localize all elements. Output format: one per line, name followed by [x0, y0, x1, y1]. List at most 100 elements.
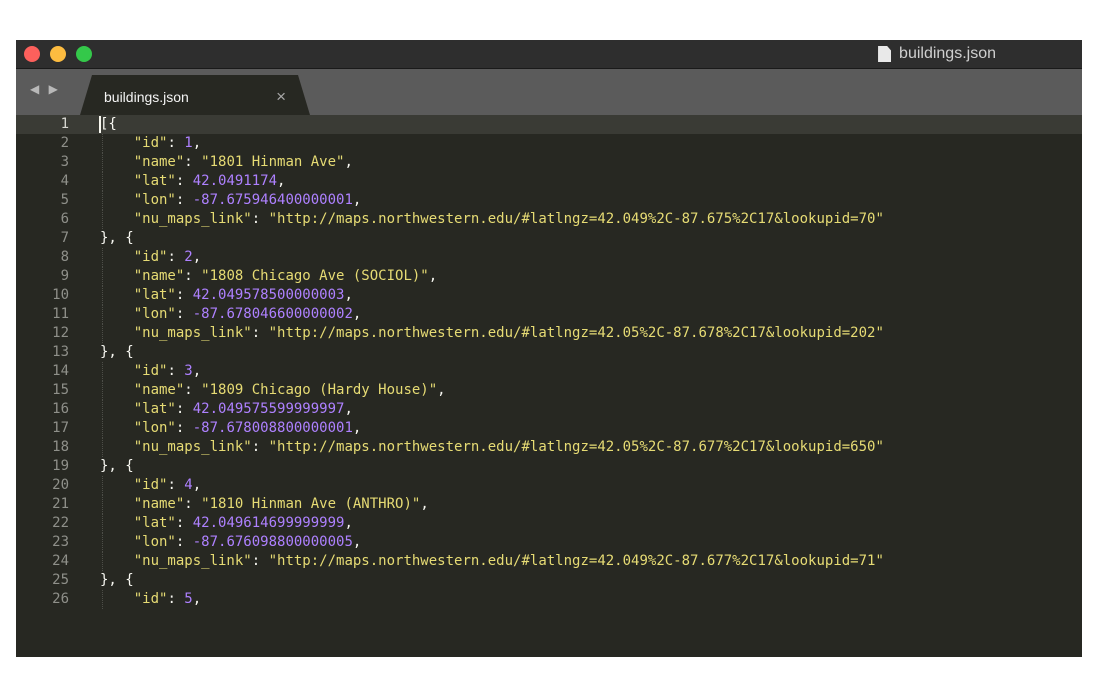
close-window-button[interactable] — [24, 46, 40, 62]
line-number: 19 — [52, 458, 69, 474]
line-number: 9 — [60, 268, 69, 284]
code-token: 5 — [184, 591, 193, 607]
code-line[interactable]: 4 "lat": 42.0491174, — [16, 172, 1082, 191]
code-token: : — [175, 306, 193, 322]
indentation — [100, 515, 134, 531]
code-token: "1809 Chicago (Hardy House)" — [201, 382, 438, 398]
indentation — [100, 154, 134, 170]
code-token: "lat" — [133, 515, 176, 531]
code-token: , — [344, 515, 353, 531]
code-text: "name": "1810 Hinman Ave (ANTHRO)", — [100, 495, 429, 514]
tab-close-icon[interactable]: × — [276, 87, 286, 107]
code-editor[interactable]: 1[{2 "id": 1, 3 "name": "1801 Hinman Ave"… — [16, 115, 1082, 657]
code-line[interactable]: 11 "lon": -87.678046600000002, — [16, 305, 1082, 324]
indentation — [100, 591, 134, 607]
line-number: 7 — [60, 230, 69, 246]
code-token: : — [184, 496, 202, 512]
code-token: -87.678008800000001 — [192, 420, 353, 436]
code-line[interactable]: 10 "lat": 42.049578500000003, — [16, 286, 1082, 305]
code-line[interactable]: 17 "lon": -87.678008800000001, — [16, 419, 1082, 438]
code-line[interactable]: 20 "id": 4, — [16, 476, 1082, 495]
code-text: "lat": 42.049614699999999, — [100, 514, 353, 533]
code-token: : — [175, 420, 193, 436]
maximize-window-button[interactable] — [76, 46, 92, 62]
code-text: "nu_maps_link": "http://maps.northwester… — [100, 438, 884, 457]
code-text: "id": 2, — [100, 248, 201, 267]
indentation — [100, 173, 134, 189]
code-line[interactable]: 3 "name": "1801 Hinman Ave", — [16, 153, 1082, 172]
code-token: "lat" — [133, 401, 176, 417]
window-title-group: buildings.json — [878, 40, 996, 68]
code-line[interactable]: 25}, { — [16, 571, 1082, 590]
indentation — [100, 135, 134, 151]
code-text: "lon": -87.676098800000005, — [100, 533, 362, 552]
line-number: 3 — [60, 154, 69, 170]
line-number: 17 — [52, 420, 69, 436]
line-number: 10 — [52, 287, 69, 303]
code-line[interactable]: 22 "lat": 42.049614699999999, — [16, 514, 1082, 533]
code-line[interactable]: 23 "lon": -87.676098800000005, — [16, 533, 1082, 552]
code-token: , — [437, 382, 446, 398]
code-token: "nu_maps_link" — [133, 211, 252, 227]
code-line[interactable]: 19 }, { — [16, 457, 1082, 476]
code-token: "name" — [133, 154, 185, 170]
code-line[interactable]: 16 "lat": 42.049575599999997, — [16, 400, 1082, 419]
line-number: 23 — [52, 534, 69, 550]
code-line[interactable]: 13}, { — [16, 343, 1082, 362]
tab-buildings-json[interactable]: buildings.json × — [80, 75, 310, 115]
line-number: 21 — [52, 496, 69, 512]
code-token: "id" — [133, 135, 168, 151]
code-line[interactable]: 24 "nu_maps_link": "http://maps.northwes… — [16, 552, 1082, 571]
code-text: [{ — [100, 115, 117, 134]
indentation — [100, 401, 134, 417]
code-line[interactable]: 15 "name": "1809 Chicago (Hardy House)", — [16, 381, 1082, 400]
code-token: "lon" — [133, 534, 176, 550]
document-icon — [878, 46, 892, 62]
indentation — [100, 306, 134, 322]
line-number: 16 — [52, 401, 69, 417]
code-line[interactable]: 18 "nu_maps_link": "http://maps.northwes… — [16, 438, 1082, 457]
indentation — [100, 211, 134, 227]
minimize-window-button[interactable] — [50, 46, 66, 62]
code-token: , — [192, 363, 202, 379]
code-token: "id" — [133, 249, 168, 265]
code-line[interactable]: 1 [{ — [16, 115, 1082, 134]
code-token: 2 — [184, 249, 193, 265]
code-line[interactable]: 12 "nu_maps_link": "http://maps.northwes… — [16, 324, 1082, 343]
code-line[interactable]: 7 }, { — [16, 229, 1082, 248]
code-token: "lon" — [133, 192, 176, 208]
code-text: "lat": 42.049575599999997, — [100, 400, 353, 419]
indentation — [100, 553, 134, 569]
code-token: , — [352, 192, 362, 208]
code-token: , — [344, 287, 353, 303]
code-line[interactable]: 26 "id": 5, — [16, 590, 1082, 609]
code-line[interactable]: 21 "name": "1810 Hinman Ave (ANTHRO)", — [16, 495, 1082, 514]
code-line[interactable]: 6 "nu_maps_link": "http://maps.northwest… — [16, 210, 1082, 229]
line-number: 26 — [52, 591, 69, 607]
code-token: 42.049578500000003 — [192, 287, 345, 303]
code-token: , — [420, 496, 429, 512]
code-token: "lon" — [133, 306, 176, 322]
line-number: 20 — [52, 477, 69, 493]
code-line[interactable]: 9 "name": "1808 Chicago Ave (SOCIOL)", — [16, 267, 1082, 286]
code-token: -87.675946400000001 — [192, 192, 353, 208]
code-token: "lat" — [133, 287, 176, 303]
code-token: , — [352, 306, 362, 322]
code-text: "nu_maps_link": "http://maps.northwester… — [100, 552, 884, 571]
code-token: }, { — [100, 230, 134, 246]
line-number: 22 — [52, 515, 69, 531]
code-line[interactable]: 2 "id": 1, — [16, 134, 1082, 153]
code-token: : — [251, 325, 269, 341]
code-line[interactable]: 8 "id": 2, — [16, 248, 1082, 267]
code-line[interactable]: 5 "lon": -87.675946400000001, — [16, 191, 1082, 210]
code-token: "name" — [133, 496, 185, 512]
code-token: : — [251, 211, 269, 227]
code-token: : — [175, 173, 193, 189]
code-line[interactable]: 14 "id": 3, — [16, 362, 1082, 381]
code-token: }, { — [100, 458, 134, 474]
code-token: 42.049614699999999 — [192, 515, 345, 531]
text-cursor — [99, 116, 101, 133]
tab-navigation-arrows-icon[interactable]: ◀ ▶ — [30, 82, 61, 96]
line-number: 11 — [52, 306, 69, 322]
code-token: , — [344, 401, 353, 417]
